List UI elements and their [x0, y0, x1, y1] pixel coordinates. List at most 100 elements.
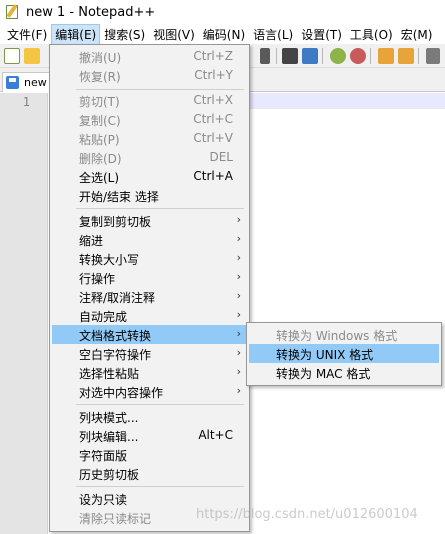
menu-item-comment[interactable]: 注释/取消注释 › — [52, 287, 247, 306]
menu-item-on-selection[interactable]: 对选中内容操作 › — [52, 382, 247, 401]
menu-separator — [76, 208, 244, 209]
tab-label: new — [24, 76, 47, 89]
submenu-item-label: 转换为 MAC 格式 — [276, 367, 371, 381]
zoom-out-icon[interactable] — [350, 48, 366, 64]
menu-item-label: 列块编辑... — [79, 430, 139, 444]
menu-item-label: 字符面版 — [79, 449, 128, 463]
menu-item-column-mode[interactable]: 列块模式... — [52, 407, 247, 426]
menu-item-label: 删除(D) — [79, 152, 122, 166]
window-title: new 1 - Notepad++ — [26, 4, 156, 20]
menu-item-label: 剪切(T) — [79, 95, 120, 109]
menu-separator — [76, 89, 244, 90]
menu-tools[interactable]: 工具(O) — [346, 24, 397, 45]
menu-item-label: 复制到剪切板 — [79, 215, 152, 229]
menu-item-label: 列块模式... — [79, 411, 139, 425]
menu-item-convert-case[interactable]: 转换大小写 › — [52, 249, 247, 268]
menu-item-set-read-only[interactable]: 设为只读 — [52, 489, 247, 508]
menu-item-redo[interactable]: 恢复(R) Ctrl+Y — [52, 66, 247, 85]
menu-encoding[interactable]: 编码(N) — [199, 24, 249, 45]
submenu-arrow-icon: › — [236, 384, 241, 397]
open-file-icon[interactable] — [24, 48, 40, 64]
menu-item-delete[interactable]: 删除(D) DEL — [52, 148, 247, 167]
menu-item-shortcut: Alt+C — [198, 428, 233, 442]
line-number-gutter: 1 — [0, 93, 48, 534]
submenu-arrow-icon: › — [236, 270, 241, 283]
notepadpp-app-icon — [4, 4, 20, 20]
submenu-arrow-icon: › — [236, 213, 241, 226]
menu-item-copy-to-clipboard[interactable]: 复制到剪切板 › — [52, 211, 247, 230]
word-wrap-icon[interactable] — [426, 48, 440, 64]
menu-item-blank-operations[interactable]: 空白字符操作 › — [52, 344, 247, 363]
menu-item-label: 缩进 — [79, 234, 104, 248]
line-number: 1 — [22, 95, 30, 109]
submenu-item-label: 转换为 Windows 格式 — [276, 329, 398, 343]
menu-item-line-operations[interactable]: 行操作 › — [52, 268, 247, 287]
menu-item-shortcut: Ctrl+Y — [194, 68, 233, 82]
menu-item-auto-complete[interactable]: 自动完成 › — [52, 306, 247, 325]
submenu-item-to-windows[interactable]: 转换为 Windows 格式 — [249, 325, 439, 344]
submenu-item-to-unix[interactable]: 转换为 UNIX 格式 — [249, 344, 439, 363]
redo-icon[interactable] — [260, 48, 270, 64]
menu-item-label: 开始/结束 选择 — [79, 190, 159, 204]
menu-item-paste[interactable]: 粘贴(P) Ctrl+V — [52, 129, 247, 148]
menu-item-label: 空白字符操作 — [79, 348, 152, 362]
submenu-arrow-icon: › — [236, 232, 241, 245]
submenu-arrow-icon: › — [236, 327, 241, 340]
submenu-arrow-icon: › — [236, 346, 241, 359]
menu-item-label: 选择性粘贴 — [79, 367, 140, 381]
menu-separator — [76, 404, 244, 405]
menu-macro[interactable]: 宏(M) — [397, 24, 437, 45]
zoom-in-icon[interactable] — [330, 48, 346, 64]
menu-item-shortcut: Ctrl+X — [193, 93, 233, 107]
menu-item-label: 注释/取消注释 — [79, 291, 156, 305]
menu-item-label: 文档格式转换 — [79, 329, 152, 343]
menu-item-select-all[interactable]: 全选(L) Ctrl+A — [52, 167, 247, 186]
menu-item-copy[interactable]: 复制(C) Ctrl+C — [52, 110, 247, 129]
sync-horizontal-icon[interactable] — [398, 48, 414, 64]
title-bar: new 1 - Notepad++ — [0, 0, 445, 24]
menu-language[interactable]: 语言(L) — [249, 24, 297, 45]
menu-item-clipboard-history[interactable]: 历史剪切板 — [52, 464, 247, 483]
find-icon[interactable] — [282, 48, 298, 64]
replace-icon[interactable] — [302, 48, 318, 64]
menu-search[interactable]: 搜索(S) — [100, 24, 149, 45]
menu-item-paste-special[interactable]: 选择性粘贴 › — [52, 363, 247, 382]
menu-item-shortcut: DEL — [209, 150, 233, 164]
menu-view[interactable]: 视图(V) — [149, 24, 199, 45]
menu-item-label: 粘贴(P) — [79, 133, 120, 147]
menu-item-char-panel[interactable]: 字符面版 — [52, 445, 247, 464]
submenu-arrow-icon: › — [236, 365, 241, 378]
submenu-arrow-icon: › — [236, 289, 241, 302]
menu-item-shortcut: Ctrl+Z — [193, 49, 233, 63]
submenu-item-to-mac[interactable]: 转换为 MAC 格式 — [249, 363, 439, 382]
menu-edit[interactable]: 编辑(E) — [51, 23, 101, 45]
new-file-icon[interactable] — [4, 48, 20, 64]
submenu-arrow-icon: › — [236, 251, 241, 264]
watermark-text: https://blog.csdn.net/u012600104 — [196, 507, 418, 522]
menu-item-begin-end-select[interactable]: 开始/结束 选择 — [52, 186, 247, 205]
menu-item-column-editor[interactable]: 列块编辑... Alt+C — [52, 426, 247, 445]
menu-item-label: 对选中内容操作 — [79, 386, 164, 400]
menu-file[interactable]: 文件(F) — [3, 24, 51, 45]
menu-item-eol-conversion[interactable]: 文档格式转换 › — [52, 325, 247, 344]
edit-menu-dropdown: 撤消(U) Ctrl+Z 恢复(R) Ctrl+Y 剪切(T) Ctrl+X 复… — [49, 44, 250, 532]
menu-item-label: 撤消(U) — [79, 51, 122, 65]
menu-item-label: 设为只读 — [79, 493, 128, 507]
menu-item-shortcut: Ctrl+A — [193, 169, 233, 183]
submenu-item-label: 转换为 UNIX 格式 — [276, 348, 374, 362]
menu-item-label: 行操作 — [79, 272, 116, 286]
menu-separator — [76, 486, 244, 487]
menu-item-undo[interactable]: 撤消(U) Ctrl+Z — [52, 47, 247, 66]
submenu-arrow-icon: › — [236, 308, 241, 321]
menu-item-label: 清除只读标记 — [79, 512, 152, 526]
menu-settings[interactable]: 设置(T) — [297, 24, 346, 45]
menu-item-label: 自动完成 — [79, 310, 128, 324]
save-status-icon — [6, 76, 19, 89]
menu-item-label: 历史剪切板 — [79, 468, 140, 482]
menu-item-label: 恢复(R) — [79, 70, 121, 84]
sync-vertical-icon[interactable] — [378, 48, 394, 64]
menu-item-indent[interactable]: 缩进 › — [52, 230, 247, 249]
menu-item-label: 转换大小写 — [79, 253, 140, 267]
menu-item-label: 复制(C) — [79, 114, 121, 128]
menu-item-cut[interactable]: 剪切(T) Ctrl+X — [52, 91, 247, 110]
